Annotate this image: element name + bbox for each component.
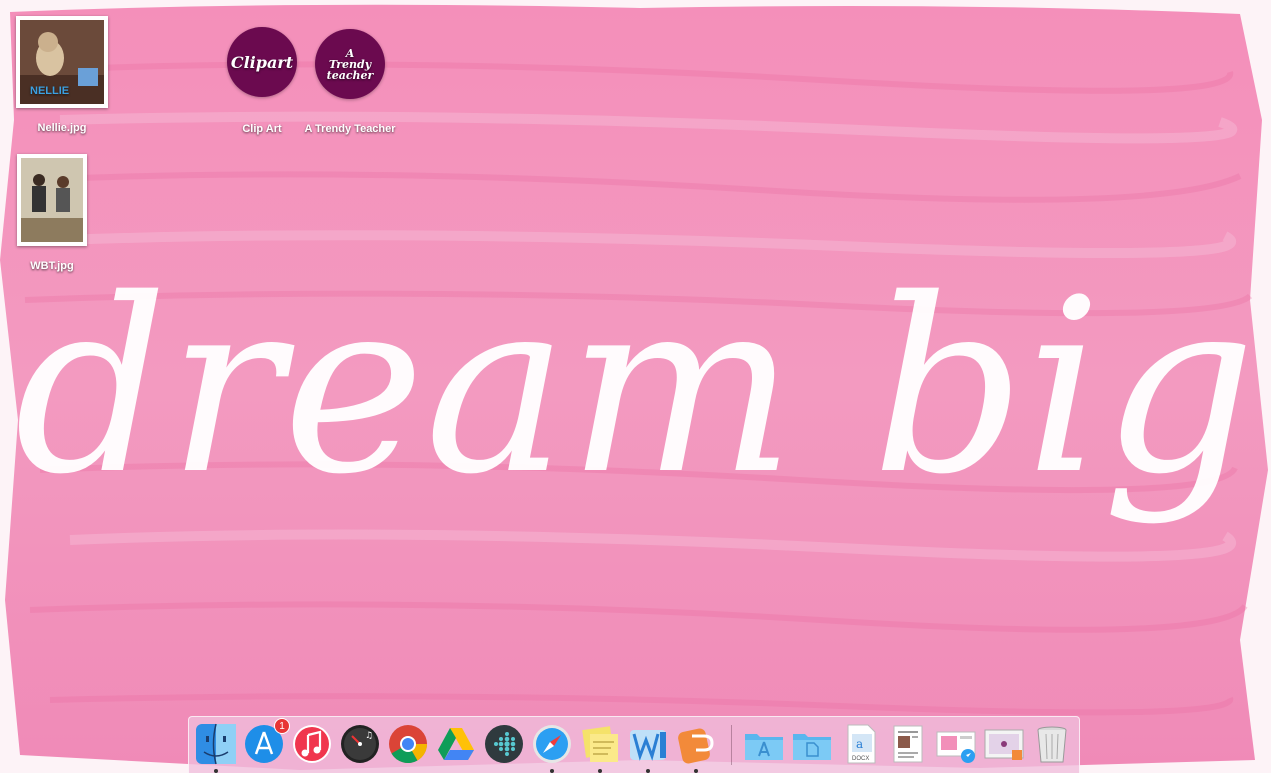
running-indicator — [694, 769, 698, 773]
documents-folder-icon — [793, 734, 831, 760]
trash-icon — [1037, 726, 1067, 763]
dock-powerpoint[interactable] — [674, 722, 718, 773]
docx-label: DOCX — [852, 756, 869, 762]
dock-docx-file[interactable]: a DOCX — [838, 722, 882, 766]
safari-icon — [533, 725, 571, 763]
desktop-file-wbt[interactable]: WBT.jpg — [12, 154, 92, 272]
dock-trash[interactable] — [1030, 722, 1074, 766]
folder-label: Clip Art — [242, 123, 282, 135]
trendy-teacher-folder-icon: A Trendy teacher — [315, 29, 385, 99]
document-preview-icon — [893, 725, 923, 763]
dock-word[interactable] — [626, 722, 670, 773]
dock-safari[interactable] — [530, 722, 574, 773]
dock-screenshot-preview[interactable] — [982, 722, 1026, 766]
running-indicator — [598, 769, 602, 773]
desktop-folder-clip-art[interactable]: Clipart Clip Art — [222, 27, 302, 135]
dock-document-preview[interactable] — [886, 722, 930, 766]
applications-folder-icon — [745, 734, 783, 760]
stickies-icon — [582, 726, 618, 762]
dock-separator — [731, 725, 732, 765]
image-thumbnail — [17, 154, 87, 246]
dock-safari-download[interactable] — [934, 722, 978, 766]
safari-download-icon — [936, 731, 976, 763]
dock-documents-stack[interactable] — [790, 722, 834, 766]
notification-badge: 1 — [274, 718, 290, 734]
desktop-file-nellie[interactable]: NELLIE Nellie.jpg — [12, 16, 112, 134]
chrome-icon — [389, 725, 428, 764]
running-indicator — [550, 769, 554, 773]
clipart-folder-icon: Clipart — [227, 27, 297, 97]
powerpoint-icon — [678, 728, 714, 764]
svg-text:a: a — [856, 737, 863, 751]
running-indicator — [646, 769, 650, 773]
finder-icon — [196, 723, 236, 765]
dock-itunes[interactable] — [290, 722, 334, 766]
dock: 1 ♫ a DOCX — [188, 716, 1080, 773]
desktop-folder-a-trendy-teacher[interactable]: A Trendy teacher A Trendy Teacher — [298, 29, 402, 135]
wallpaper-text: dream big — [14, 247, 1255, 527]
word-icon — [630, 730, 666, 761]
file-label: Nellie.jpg — [37, 122, 87, 134]
image-thumbnail: NELLIE — [16, 16, 108, 108]
google-drive-icon — [438, 728, 474, 760]
dashboard-icon: ♫ — [341, 725, 379, 763]
dock-dashboard[interactable]: ♫ — [338, 722, 382, 766]
dock-app-store[interactable]: 1 — [242, 718, 290, 766]
file-label: WBT.jpg — [30, 260, 74, 272]
folder-label: A Trendy Teacher — [304, 123, 396, 135]
running-indicator — [214, 769, 218, 773]
fitbit-icon — [485, 725, 523, 763]
photo-text: NELLIE — [30, 85, 69, 97]
screenshot-preview-icon — [984, 729, 1024, 760]
docx-document-icon: a DOCX — [847, 724, 876, 764]
svg-text:♫: ♫ — [365, 731, 373, 741]
dock-stickies[interactable] — [578, 722, 622, 773]
dock-google-drive[interactable] — [434, 722, 478, 766]
dock-finder[interactable] — [194, 722, 238, 773]
dock-chrome[interactable] — [386, 722, 430, 766]
itunes-icon — [293, 725, 331, 763]
dock-applications-stack[interactable] — [742, 722, 786, 766]
dock-fitbit[interactable] — [482, 722, 526, 766]
desktop-wallpaper: dream big — [0, 0, 1271, 773]
